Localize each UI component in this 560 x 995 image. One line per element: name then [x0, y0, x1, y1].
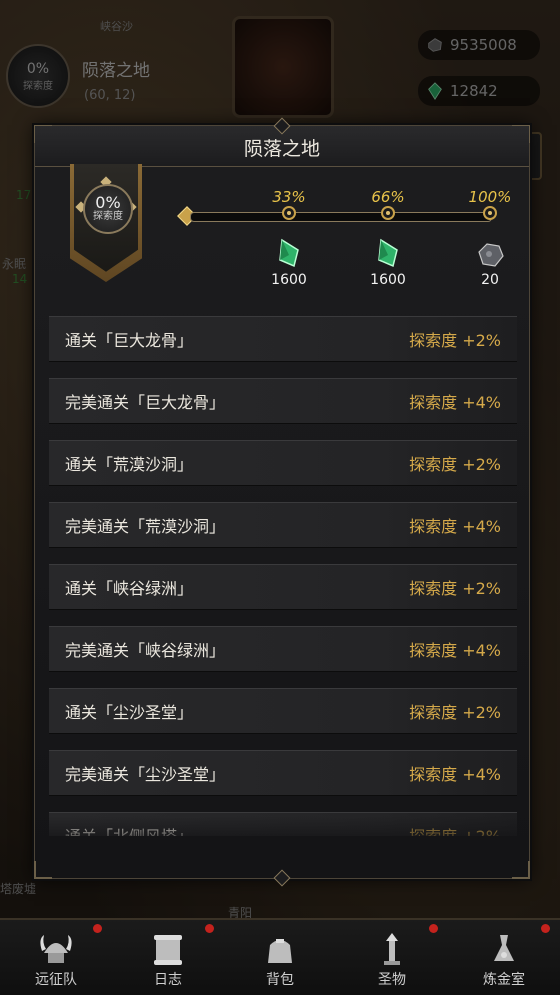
panel-corner	[512, 861, 530, 879]
task-row[interactable]: 完美通关「尘沙圣堂」 探索度 +4%	[49, 750, 517, 796]
list-fade	[49, 816, 517, 846]
task-label: 完美通关「尘沙圣堂」	[65, 765, 226, 784]
nav-label: 圣物	[378, 972, 406, 988]
nav-label: 日志	[154, 972, 182, 988]
milestone-percent: 100%	[468, 188, 512, 206]
task-label: 通关「巨大龙骨」	[65, 331, 194, 350]
task-reward: 探索度 +4%	[409, 765, 501, 784]
task-row[interactable]: 完美通关「巨大龙骨」 探索度 +4%	[49, 378, 517, 424]
exploration-panel: 陨落之地 0% 探索度 33% 1600 66% 1600 100% 20 通关「巨大龙骨…	[34, 117, 530, 887]
nav-item-3[interactable]: 圣物	[336, 920, 448, 995]
task-row[interactable]: 完美通关「荒漠沙洞」 探索度 +4%	[49, 502, 517, 548]
bottom-nav: 远征队 日志 背包 圣物 炼金室	[0, 918, 560, 995]
green-crystal-icon	[279, 238, 299, 268]
task-reward: 探索度 +2%	[409, 579, 501, 598]
panel-header: 陨落之地	[35, 117, 529, 167]
relic-icon	[384, 933, 400, 965]
nav-label: 炼金室	[483, 972, 525, 988]
task-label: 通关「尘沙圣堂」	[65, 703, 194, 722]
task-reward: 探索度 +2%	[409, 331, 501, 350]
task-label: 完美通关「巨大龙骨」	[65, 393, 226, 412]
exploration-progress-badge: 0% 探索度	[83, 184, 133, 234]
task-label: 完美通关「峡谷绿洲」	[65, 641, 226, 660]
panel-title: 陨落之地	[243, 138, 320, 160]
task-label: 通关「荒漠沙洞」	[65, 455, 194, 474]
task-row[interactable]: 通关「峡谷绿洲」 探索度 +2%	[49, 564, 517, 610]
nav-item-0[interactable]: 远征队	[0, 920, 112, 995]
alchemy-icon	[494, 935, 514, 961]
milestone-marker[interactable]	[381, 206, 395, 220]
task-label: 通关「峡谷绿洲」	[65, 579, 194, 598]
notification-dot	[541, 924, 550, 933]
notification-dot	[93, 924, 102, 933]
task-list[interactable]: 通关「巨大龙骨」 探索度 +2% 完美通关「巨大龙骨」 探索度 +4% 通关「荒漠沙洞」…	[49, 316, 517, 836]
reward-count: 20	[481, 272, 499, 288]
bag-icon	[268, 939, 292, 963]
nav-label: 远征队	[35, 972, 77, 988]
nav-item-2[interactable]: 背包	[224, 920, 336, 995]
milestone-percent: 33%	[272, 188, 306, 206]
task-row[interactable]: 通关「尘沙圣堂」 探索度 +2%	[49, 688, 517, 734]
ore-icon	[478, 243, 504, 267]
task-reward: 探索度 +4%	[409, 517, 501, 536]
milestone-reward[interactable]: 1600	[365, 238, 411, 288]
milestone-percent: 66%	[371, 188, 405, 206]
task-row[interactable]: 完美通关「峡谷绿洲」 探索度 +4%	[49, 626, 517, 672]
nav-item-1[interactable]: 日志	[112, 920, 224, 995]
exploration-label: 探索度	[93, 211, 123, 222]
notification-dot	[205, 924, 214, 933]
milestone-marker[interactable]	[282, 206, 296, 220]
task-reward: 探索度 +4%	[409, 641, 501, 660]
exploration-progress-bar	[190, 212, 492, 222]
nav-item-4[interactable]: 炼金室	[448, 920, 560, 995]
milestone-reward[interactable]: 20	[467, 238, 513, 288]
task-row[interactable]: 通关「荒漠沙洞」 探索度 +2%	[49, 440, 517, 486]
panel-corner	[34, 861, 52, 879]
task-reward: 探索度 +2%	[409, 703, 501, 722]
viking-helmet-icon	[40, 935, 72, 963]
task-row[interactable]: 通关「巨大龙骨」 探索度 +2%	[49, 316, 517, 362]
task-label: 完美通关「荒漠沙洞」	[65, 517, 226, 536]
reward-count: 1600	[370, 272, 406, 288]
green-crystal-icon	[378, 238, 398, 268]
milestone-reward[interactable]: 1600	[266, 238, 312, 288]
notification-dot	[429, 924, 438, 933]
milestone-marker[interactable]	[483, 206, 497, 220]
nav-label: 背包	[266, 972, 294, 988]
task-reward: 探索度 +2%	[409, 455, 501, 474]
exploration-percent: 0%	[95, 193, 121, 212]
reward-count: 1600	[271, 272, 307, 288]
scroll-icon	[154, 935, 182, 965]
task-reward: 探索度 +4%	[409, 393, 501, 412]
